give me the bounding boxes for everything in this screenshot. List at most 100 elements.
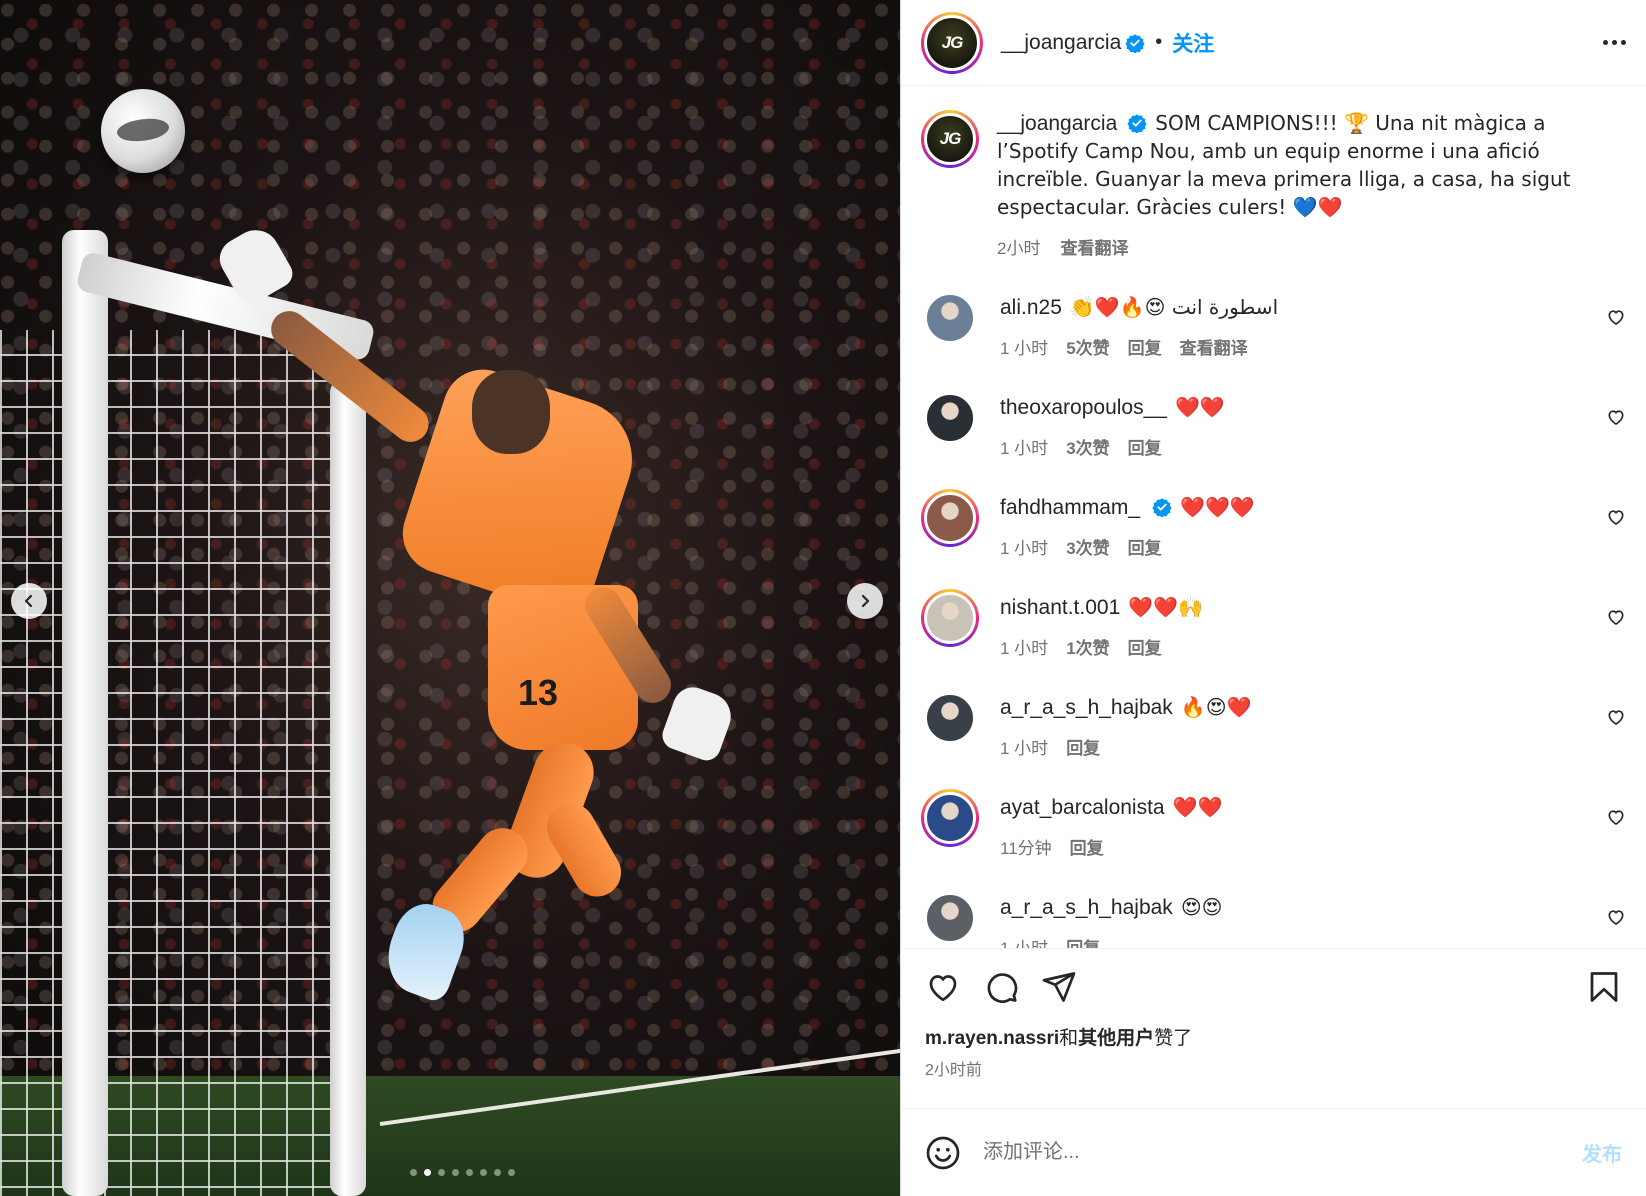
heart-icon[interactable] [1606,307,1626,327]
more-icon [1603,40,1608,45]
post-panel: JG __joangarcia • 关注 JG __joangarcia SOM … [900,0,1646,1196]
comment-line: ayat_barcalonista ❤️❤️ [1000,795,1606,820]
author-avatar[interactable]: JG [921,11,983,74]
commenter-avatar[interactable] [921,689,979,747]
comment-text: ❤️❤️ [1172,795,1223,819]
carousel-dot [438,1169,445,1176]
post-actions: m.rayen.nassri和其他用户赞了 2小时前 [901,948,1646,1108]
comment-reply-button[interactable]: 回复 [1128,434,1162,459]
comment-reply-button[interactable]: 回复 [1070,834,1104,859]
comment-like-count[interactable]: 1次赞 [1066,634,1109,659]
carousel-dot [424,1169,431,1176]
share-icon[interactable] [1041,969,1077,1005]
commenter-avatar[interactable] [921,289,979,347]
author-avatar-image: JG [924,113,976,165]
comment-composer: 发布 [901,1108,1646,1196]
comment-content: nishant.t.001 ❤️❤️🙌 1 小时 1次赞 回复 [1000,589,1606,659]
goal-back-post [330,380,366,1196]
post-media[interactable]: 13 [0,0,900,1196]
heart-icon[interactable] [1606,807,1626,827]
commenter-avatar[interactable] [921,589,979,647]
commenter-avatar-image [924,892,976,944]
heart-icon[interactable] [1606,907,1626,927]
comment-meta: 1 小时 5次赞 回复 查看翻译 [1000,334,1606,359]
commenter-avatar-image [924,292,976,344]
heart-icon[interactable] [925,969,961,1005]
comment-meta: 1 小时 回复 [1000,934,1606,948]
comment-time: 1 小时 [1000,339,1049,358]
comment-text: 👏❤️🔥😍 اسطورة انت [1069,295,1279,319]
comment-username[interactable]: a_r_a_s_h_hajbak [1000,896,1173,919]
likes-connector: 和 [1059,1028,1079,1049]
comment-item: a_r_a_s_h_hajbak 😍😍 1 小时 回复 [921,889,1626,948]
comment-icon[interactable] [983,969,1019,1005]
comment-text: ❤️❤️🙌 [1128,595,1203,619]
comment-time: 1 小时 [1000,639,1049,658]
author-avatar[interactable]: JG [921,110,979,168]
comment-username[interactable]: fahdhammam_ [1000,496,1140,519]
keeper-head [472,370,550,454]
more-icon [1621,40,1626,45]
carousel-dot [480,1169,487,1176]
comment-username[interactable]: ali.n25 [1000,296,1062,319]
commenter-avatar[interactable] [921,889,979,947]
heart-icon[interactable] [1606,607,1626,627]
comment-time: 1 小时 [1000,934,1048,948]
commenter-avatar[interactable] [921,389,979,447]
chevron-left-icon [24,594,33,608]
comment-meta: 11分钟 回复 [1000,834,1606,859]
heart-icon[interactable] [1606,707,1626,727]
see-translation-link[interactable]: 查看翻译 [1060,234,1128,259]
caption-meta: 2小时 查看翻译 [997,234,1626,259]
comment-username[interactable]: ayat_barcalonista [1000,796,1165,819]
heart-icon[interactable] [1606,407,1626,427]
comment-content: fahdhammam_ ❤️❤️❤️ 1 小时 3次赞 回复 [1000,489,1606,559]
comment-translate-link[interactable]: 查看翻译 [1180,334,1248,359]
goal-post [62,230,108,1196]
carousel-next-button[interactable] [847,583,883,619]
commenter-avatar[interactable] [921,489,979,547]
chevron-right-icon [861,594,870,608]
post-comment-button[interactable]: 发布 [1582,1138,1622,1167]
heart-icon[interactable] [1606,507,1626,527]
liked-by-others[interactable]: 其他用户 [1078,1028,1154,1049]
comment-username[interactable]: a_r_a_s_h_hajbak [1000,696,1173,719]
comment-input[interactable] [983,1141,1582,1164]
comment-reply-button[interactable]: 回复 [1066,934,1100,948]
comment-reply-button[interactable]: 回复 [1066,734,1100,759]
caption-username[interactable]: __joangarcia [997,112,1117,135]
comment-reply-button[interactable]: 回复 [1128,534,1162,559]
separator-dot: • [1155,31,1163,53]
comment-line: nishant.t.001 ❤️❤️🙌 [1000,595,1606,620]
comment-like-count[interactable]: 5次赞 [1066,334,1109,359]
commenter-avatar-image [924,492,976,544]
comment-line: theoxaropoulos__ ❤️❤️ [1000,395,1606,420]
comment-item: fahdhammam_ ❤️❤️❤️ 1 小时 3次赞 回复 [921,489,1626,559]
comment-username[interactable]: nishant.t.001 [1000,596,1120,619]
comments-scroll[interactable]: JG __joangarcia SOM CAMPIONS!!! 🏆 Una nit… [901,86,1646,948]
more-icon [1612,40,1617,45]
comment-reply-button[interactable]: 回复 [1128,334,1162,359]
comment-like-count[interactable]: 3次赞 [1066,434,1109,459]
verified-icon [1125,33,1145,53]
emoji-icon[interactable] [925,1135,961,1171]
more-options-button[interactable] [1603,40,1626,45]
comment-text: 😍😍 [1180,895,1223,919]
carousel-dot [452,1169,459,1176]
liked-by-user[interactable]: m.rayen.nassri [925,1028,1059,1049]
goal-net [0,330,350,1196]
comment-text: ❤️❤️ [1174,395,1225,419]
comment-username[interactable]: theoxaropoulos__ [1000,396,1167,419]
comment-meta: 1 小时 3次赞 回复 [1000,534,1606,559]
keeper-number: 13 [518,672,559,713]
carousel-prev-button[interactable] [11,583,47,619]
comment-item: nishant.t.001 ❤️❤️🙌 1 小时 1次赞 回复 [921,589,1626,659]
comment-like-count[interactable]: 3次赞 [1066,534,1109,559]
follow-button[interactable]: 关注 [1172,28,1214,58]
verified-icon [1152,498,1172,518]
author-username[interactable]: __joangarcia [1001,31,1121,55]
likes-summary: m.rayen.nassri和其他用户赞了 [925,1023,1622,1050]
bookmark-icon[interactable] [1586,969,1622,1005]
commenter-avatar[interactable] [921,789,979,847]
comment-reply-button[interactable]: 回复 [1128,634,1162,659]
